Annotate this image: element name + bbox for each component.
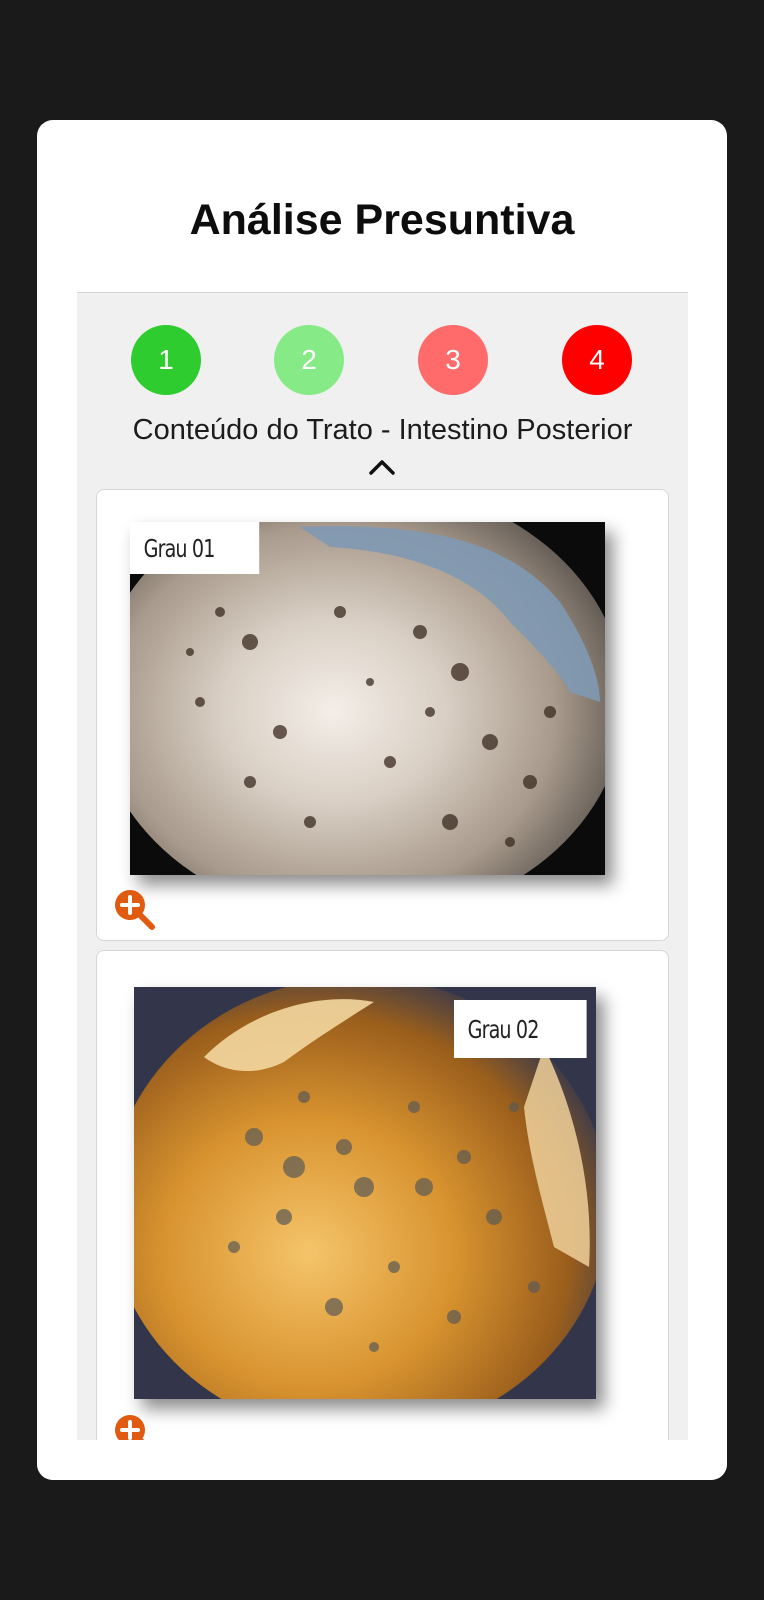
grade-tag-1: Grau 01 bbox=[130, 522, 260, 574]
zoom-in-icon[interactable] bbox=[113, 888, 155, 930]
section-title: Conteúdo do Trato - Intestino Posterior bbox=[132, 414, 633, 446]
modal-footer bbox=[37, 1440, 727, 1480]
grade-tag-2: Grau 02 bbox=[454, 1000, 587, 1058]
modal-title: Análise Presuntiva bbox=[189, 196, 575, 244]
grade-3-button[interactable]: 3 bbox=[418, 325, 488, 395]
grade-2-button[interactable]: 2 bbox=[274, 325, 344, 395]
grade-4-button[interactable]: 4 bbox=[562, 325, 632, 395]
microscope-image-grade-1[interactable] bbox=[130, 522, 605, 875]
chevron-up-icon[interactable] bbox=[368, 458, 396, 476]
grade-1-button[interactable]: 1 bbox=[131, 325, 201, 395]
